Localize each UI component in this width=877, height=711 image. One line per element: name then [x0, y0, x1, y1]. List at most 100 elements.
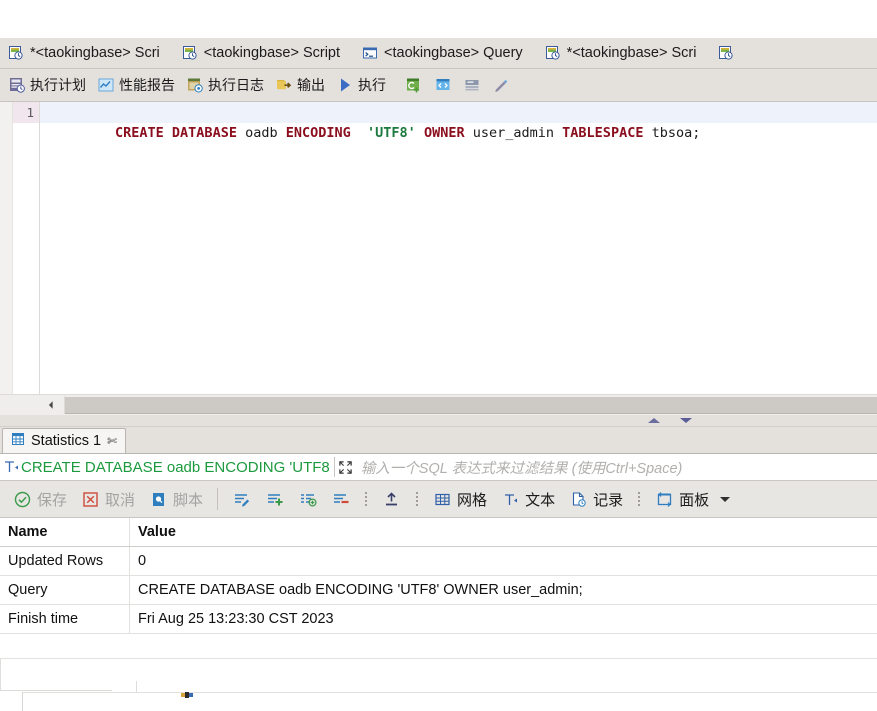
cell-value[interactable]: Fri Aug 25 13:23:30 CST 2023 — [130, 605, 877, 633]
execute-button[interactable]: 执行 — [332, 73, 393, 97]
save-check-icon — [13, 490, 32, 509]
editor-tab-4[interactable]: *<taokingbase> Scri — [537, 38, 711, 68]
panel-button[interactable]: 面板 — [648, 486, 737, 513]
sql-token-space-2 — [278, 125, 286, 141]
cancel-button[interactable]: 取消 — [74, 486, 142, 513]
editor-tab-bar: *<taokingbase> Scri <taokingbase> Script — [0, 38, 877, 69]
toolbar-overflow-handle-1[interactable] — [357, 492, 375, 506]
table-row-empty[interactable] — [0, 634, 877, 659]
edit-row-icon — [232, 490, 251, 509]
sql-code-button[interactable] — [429, 74, 458, 97]
text-label: 文本 — [525, 491, 556, 509]
sql-code-icon — [434, 76, 453, 95]
duplicate-row-button[interactable] — [291, 487, 324, 512]
editor-tab-1[interactable]: *<taokingbase> Scri — [0, 38, 174, 68]
duplicate-row-icon — [298, 490, 317, 509]
editor-tab-5[interactable] — [710, 38, 754, 68]
sql-script-icon — [182, 45, 198, 61]
execution-log-icon — [186, 76, 204, 94]
table-row[interactable]: Finish time Fri Aug 25 13:23:30 CST 2023 — [0, 605, 877, 634]
execution-plan-button[interactable]: 执行计划 — [4, 73, 93, 97]
cell-name[interactable]: Finish time — [0, 605, 130, 633]
collapse-up-icon[interactable] — [648, 418, 660, 423]
close-icon[interactable]: ✄ — [107, 434, 117, 448]
record-icon — [569, 490, 588, 509]
panel-sash[interactable] — [0, 415, 877, 427]
results-grid[interactable]: Name Value Updated Rows 0 Query CREATE D… — [0, 518, 877, 659]
record-view-button[interactable]: 记录 — [562, 486, 630, 513]
export-upload-icon — [382, 490, 401, 509]
sql-token-create-database: CREATE DATABASE — [115, 125, 237, 141]
export-button[interactable] — [375, 487, 408, 512]
execute-play-icon — [336, 76, 354, 94]
results-filter-bar[interactable]: CREATE DATABASE oadb ENCODING 'UTF8 输入一个… — [0, 454, 877, 481]
line-number: 1 — [13, 102, 39, 123]
add-connection-icon — [405, 76, 424, 95]
execution-plan-label: 执行计划 — [30, 77, 86, 93]
sql-token-space-3 — [351, 125, 367, 141]
sql-script-icon — [718, 45, 734, 61]
cell-value[interactable]: CREATE DATABASE oadb ENCODING 'UTF8' OWN… — [130, 576, 877, 604]
sql-code-area[interactable]: CREATE DATABASE oadb ENCODING 'UTF8' OWN… — [40, 102, 877, 394]
sql-editor-area[interactable]: 1 CREATE DATABASE oadb ENCODING 'UTF8' O… — [0, 102, 877, 394]
execute-label: 执行 — [358, 77, 386, 93]
sql-token-space-7 — [643, 125, 651, 141]
sql-statement-line[interactable]: CREATE DATABASE oadb ENCODING 'UTF8' OWN… — [40, 102, 877, 141]
add-row-button[interactable] — [258, 487, 291, 512]
column-header-value[interactable]: Value — [130, 518, 877, 546]
results-toolbar: 保存 取消 脚本 网格 文本 记录 面板 — [0, 481, 877, 518]
scrollbar-thumb[interactable] — [65, 396, 877, 414]
editor-horizontal-scrollbar[interactable] — [0, 394, 877, 415]
save-button[interactable]: 保存 — [6, 486, 74, 513]
edit-row-button[interactable] — [225, 487, 258, 512]
chevron-down-icon[interactable] — [720, 496, 731, 502]
delete-row-button[interactable] — [324, 487, 357, 512]
results-tab-statistics[interactable]: Statistics 1 ✄ — [2, 428, 127, 453]
toolbar-overflow-handle-2[interactable] — [408, 492, 426, 506]
results-tab-label: Statistics 1 — [31, 433, 102, 449]
cell-value[interactable]: 0 — [130, 547, 877, 575]
filter-expression-value[interactable]: CREATE DATABASE oadb ENCODING 'UTF8 — [20, 459, 334, 476]
delete-row-icon — [331, 490, 350, 509]
edit-sql-icon — [492, 76, 511, 95]
sql-token-encoding-value: 'UTF8' — [367, 125, 416, 141]
sql-script-icon — [545, 45, 561, 61]
grid-view-button[interactable]: 网格 — [426, 486, 494, 513]
column-header-name[interactable]: Name — [0, 518, 130, 546]
filter-text-icon — [2, 458, 20, 476]
output-button[interactable]: 输出 — [271, 73, 332, 97]
bottom-overlap-area — [0, 659, 877, 711]
performance-report-label: 性能报告 — [119, 77, 175, 93]
script-button[interactable]: 脚本 — [142, 486, 210, 513]
editor-tab-3-label: <taokingbase> Query — [384, 44, 523, 61]
add-row-icon — [265, 490, 284, 509]
background-window-artifact-icon — [181, 685, 193, 698]
text-view-button[interactable]: 文本 — [494, 486, 562, 513]
cell-name[interactable]: Updated Rows — [0, 547, 130, 575]
add-connection-button[interactable] — [400, 74, 429, 97]
sql-script-icon — [8, 45, 24, 61]
editor-tab-2-label: <taokingbase> Script — [203, 44, 341, 61]
editor-tab-3[interactable]: <taokingbase> Query — [354, 38, 537, 68]
sql-token-space-4 — [416, 125, 424, 141]
expand-filter-icon[interactable] — [335, 457, 357, 477]
execution-log-button[interactable]: 执行日志 — [182, 73, 271, 97]
table-row[interactable]: Query CREATE DATABASE oadb ENCODING 'UTF… — [0, 576, 877, 605]
cell-name[interactable]: Query — [0, 576, 130, 604]
record-label: 记录 — [593, 491, 624, 509]
collapse-down-icon[interactable] — [680, 418, 692, 423]
save-label: 保存 — [37, 491, 68, 509]
scroll-left-arrow-icon[interactable] — [38, 396, 65, 414]
format-sql-button[interactable] — [458, 74, 487, 97]
sql-token-tablespace-value: tbsoa; — [651, 125, 701, 141]
edit-sql-button[interactable] — [487, 74, 516, 97]
filter-placeholder: 输入一个SQL 表达式来过滤结果 (使用Ctrl+Space) — [360, 460, 683, 477]
sql-token-space-6 — [554, 125, 562, 141]
background-tab-edge — [0, 690, 112, 691]
performance-report-button[interactable]: 性能报告 — [93, 73, 182, 97]
toolbar-overflow-handle-3[interactable] — [630, 492, 648, 506]
sql-token-space-1 — [237, 125, 245, 141]
editor-tab-2[interactable]: <taokingbase> Script — [174, 38, 354, 68]
results-tab-bar: Statistics 1 ✄ — [0, 427, 877, 454]
table-row[interactable]: Updated Rows 0 — [0, 547, 877, 576]
